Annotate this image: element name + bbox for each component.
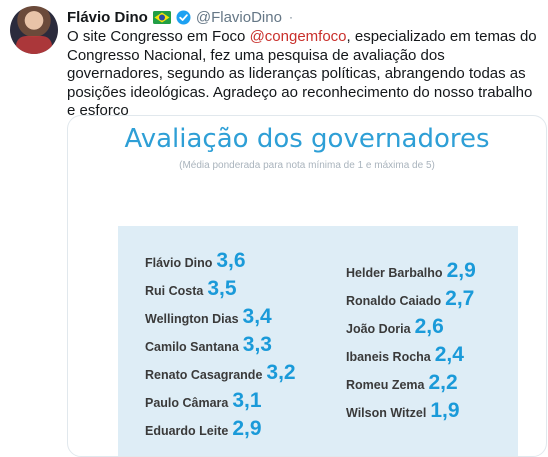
governor-name: Camilo Santana xyxy=(145,340,239,354)
governor-name: João Doria xyxy=(346,322,411,336)
rating-row: Wellington Dias 3,4 xyxy=(145,305,272,329)
governor-name: Eduardo Leite xyxy=(145,424,229,438)
governor-name: Renato Casagrande xyxy=(145,368,263,382)
author-name[interactable]: Flávio Dino xyxy=(67,9,148,26)
governor-name: Ronaldo Caiado xyxy=(346,294,442,308)
governor-score: 3,4 xyxy=(242,305,272,328)
rating-row: Rui Costa 3,5 xyxy=(145,277,237,301)
governor-name: Rui Costa xyxy=(145,284,204,298)
governor-score: 3,3 xyxy=(242,333,272,356)
rating-row: Ronaldo Caiado 2,7 xyxy=(346,287,474,311)
rating-row: Ibaneis Rocha 2,4 xyxy=(346,343,464,367)
governor-score: 2,7 xyxy=(445,287,475,310)
tweet-header: Flávio Dino @FlavioDino · xyxy=(67,7,293,27)
chart-subtitle: (Média ponderada para nota mínima de 1 e… xyxy=(179,160,435,171)
governor-name: Ibaneis Rocha xyxy=(346,350,431,364)
governor-name: Wellington Dias xyxy=(145,312,239,326)
brazil-flag-icon xyxy=(152,10,171,24)
governor-score: 3,2 xyxy=(266,361,296,384)
verified-badge-icon xyxy=(176,10,191,25)
governor-score: 1,9 xyxy=(430,399,460,422)
tweet-image-card[interactable]: Avaliação dos governadores (Média ponder… xyxy=(67,115,547,457)
governor-name: Flávio Dino xyxy=(145,256,213,270)
governor-score: 3,1 xyxy=(232,389,262,412)
more-caret[interactable]: · xyxy=(289,10,293,24)
rating-row: Paulo Câmara 3,1 xyxy=(145,389,262,413)
ratings-panel: Flávio Dino 3,6 Rui Costa 3,5 Wellington Dia… xyxy=(118,226,518,456)
rating-row: Wilson Witzel 1,9 xyxy=(346,399,460,423)
governor-score: 2,6 xyxy=(414,315,444,338)
governor-name: Wilson Witzel xyxy=(346,406,427,420)
governor-name: Paulo Câmara xyxy=(145,396,229,410)
chart-title: Avaliação dos governadores xyxy=(124,124,490,154)
rating-row: Camilo Santana 3,3 xyxy=(145,333,272,357)
rating-row: Helder Barbalho 2,9 xyxy=(346,259,476,283)
mention-link[interactable]: @congemfoco xyxy=(250,28,347,45)
tweet-text-start: O site Congresso em Foco xyxy=(67,28,250,45)
governor-score: 2,4 xyxy=(434,343,464,366)
rating-row: Eduardo Leite 2,9 xyxy=(145,417,262,441)
governor-score: 3,6 xyxy=(216,249,246,272)
governor-score: 3,5 xyxy=(207,277,237,300)
governor-name: Romeu Zema xyxy=(346,378,425,392)
governor-name: Helder Barbalho xyxy=(346,266,443,280)
governor-score: 2,9 xyxy=(232,417,262,440)
author-handle[interactable]: @FlavioDino xyxy=(196,9,282,26)
rating-row: Romeu Zema 2,2 xyxy=(346,371,458,395)
governor-score: 2,9 xyxy=(446,259,476,282)
avatar[interactable] xyxy=(10,6,58,54)
rating-row: Flávio Dino 3,6 xyxy=(145,249,246,273)
governor-score: 2,2 xyxy=(428,371,458,394)
rating-row: João Doria 2,6 xyxy=(346,315,444,339)
tweet-text: O site Congresso em Foco @congemfoco, es… xyxy=(67,28,543,121)
rating-row: Renato Casagrande 3,2 xyxy=(145,361,296,385)
